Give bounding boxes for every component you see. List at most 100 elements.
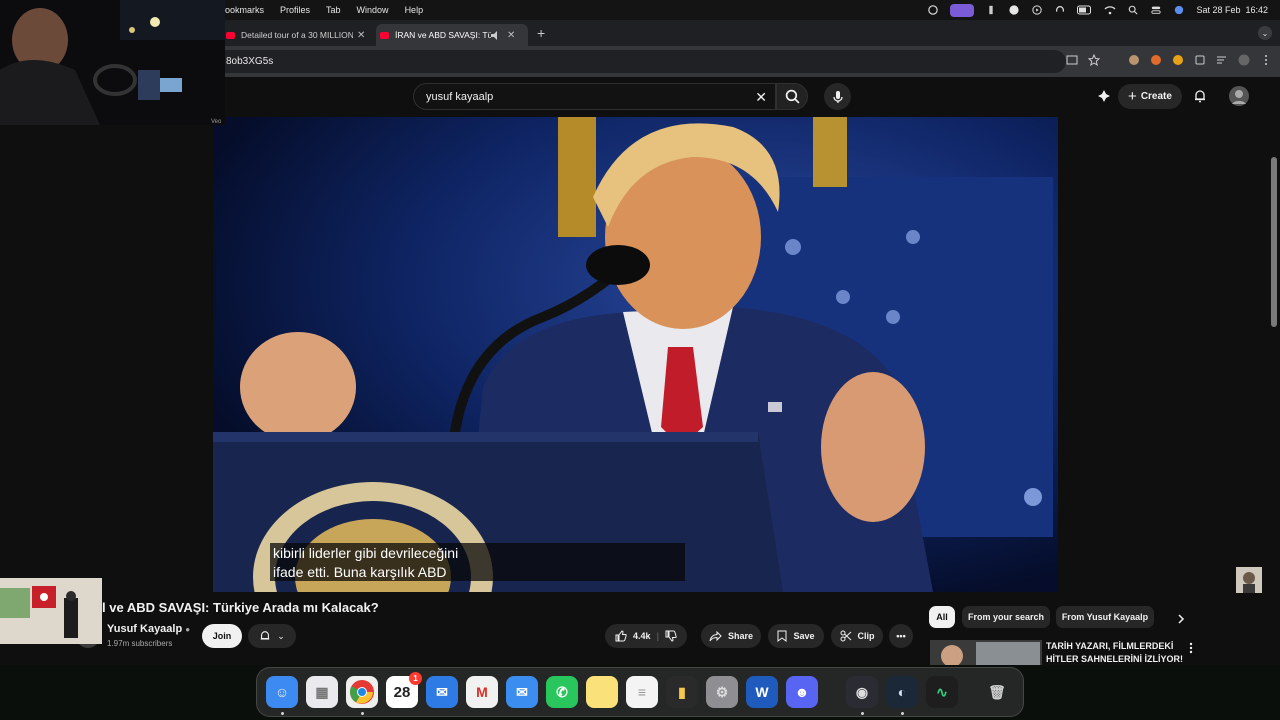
extensions-puzzle-icon[interactable] [1194, 54, 1206, 66]
extension-1-icon[interactable] [1128, 54, 1140, 66]
notifications-bell-icon[interactable] [1193, 89, 1207, 103]
video-frame [213, 117, 1058, 592]
search-value: yusuf kayaalp [426, 90, 494, 103]
steam-icon[interactable]: ◐ [886, 676, 918, 708]
menu-bookmarks[interactable]: ookmarks [225, 5, 264, 15]
status-area: Sat 28 Feb 16:42 [927, 0, 1268, 20]
gmail-icon[interactable]: M [466, 676, 498, 708]
chrome-logo-icon [349, 680, 374, 704]
screen: ookmarks Profiles Tab Window Help Sat 28… [0, 0, 1280, 720]
create-button[interactable]: + Create [1118, 84, 1182, 109]
like-count[interactable]: 4.4k [633, 631, 651, 641]
headphones-icon[interactable] [1054, 5, 1066, 15]
tab-close-icon[interactable]: ✕ [507, 30, 515, 41]
like-icon[interactable] [615, 630, 627, 642]
toolbar-icons [1066, 54, 1272, 66]
more-actions-button[interactable]: ••• [889, 624, 913, 648]
voice-search-button[interactable] [824, 83, 851, 110]
calendar-icon[interactable]: 28 1 [386, 672, 422, 708]
more-vertical-icon[interactable] [1188, 642, 1194, 654]
menubar-clock[interactable]: Sat 28 Feb 16:42 [1196, 5, 1268, 15]
video-player[interactable] [213, 117, 1058, 592]
chip-all[interactable]: All [929, 606, 955, 628]
search-input[interactable]: yusuf kayaalp ✕ [413, 83, 776, 110]
chip-from-yusuf-kayaalp[interactable]: From Yusuf Kayaalp [1056, 606, 1154, 628]
siri-icon[interactable] [1173, 5, 1185, 15]
clip-button[interactable]: Clip [831, 624, 883, 648]
media-controls-icon[interactable] [1216, 54, 1228, 66]
obs-icon[interactable]: ◉ [846, 676, 878, 708]
menu-window[interactable]: Window [357, 5, 389, 15]
screen-record-icon[interactable] [950, 3, 975, 17]
activity-monitor-icon[interactable]: ∿ [926, 676, 958, 708]
tab-iran-abd[interactable]: İRAN ve ABD SAVAŞI: Türk ✕ [376, 24, 528, 46]
battery-icon[interactable] [1077, 5, 1093, 15]
browser-menu-icon[interactable] [1260, 54, 1272, 66]
running-indicator [861, 712, 864, 715]
webcam-overlay-room [0, 578, 102, 644]
calendar-day: 28 [393, 683, 411, 701]
speaker-icon[interactable] [491, 30, 501, 40]
address-bar[interactable]: 8ob3XG5s [216, 50, 1066, 73]
mail-icon[interactable]: ✉ [506, 676, 538, 708]
trash-icon[interactable]: 🗑 [981, 676, 1013, 708]
microphone-icon [832, 90, 843, 103]
extension-3-icon[interactable] [1172, 54, 1184, 66]
chip-from-your-search[interactable]: From your search [962, 606, 1050, 628]
menu-tab[interactable]: Tab [326, 5, 341, 15]
tab-search-icon[interactable]: ⌄ [1258, 26, 1272, 40]
play-icon[interactable] [1031, 5, 1043, 15]
gemini-icon[interactable] [1097, 89, 1111, 103]
subscriber-count: 1.97m subscribers [107, 639, 173, 648]
profile-avatar-icon[interactable] [1238, 54, 1250, 66]
word-icon[interactable]: W [746, 676, 778, 708]
join-button[interactable]: Join [202, 624, 242, 648]
airmail-icon[interactable]: ✉ [426, 676, 458, 708]
control-center-icon[interactable] [1150, 5, 1162, 15]
notes-icon[interactable] [586, 676, 618, 708]
install-app-icon[interactable] [1066, 54, 1078, 66]
account-avatar[interactable] [1229, 86, 1249, 106]
keka-icon[interactable]: ▮ [666, 676, 698, 708]
launchpad-icon[interactable]: ▦ [306, 676, 338, 708]
more-horizontal-icon: ••• [896, 631, 906, 641]
tab-close-icon[interactable]: ✕ [357, 30, 365, 41]
whatsapp-icon[interactable]: ✆ [546, 676, 578, 708]
system-settings-icon[interactable]: ⚙ [706, 676, 738, 708]
menu-help[interactable]: Help [405, 5, 424, 15]
youtube-favicon-icon [226, 31, 235, 39]
recommended-video-title[interactable]: TARİH YAZARI, FİLMLERDEKİ HİTLER SAHNELE… [1046, 640, 1196, 666]
chevron-right-icon[interactable] [1176, 613, 1186, 625]
url-text: 8ob3XG5s [226, 56, 274, 67]
tab-label: Detailed tour of a 30 MILLION [241, 30, 353, 40]
channel-name[interactable]: Yusuf Kayaalp ● [107, 623, 190, 635]
floating-avatar[interactable] [1236, 567, 1262, 593]
share-button[interactable]: Share [701, 624, 761, 648]
wifi-icon[interactable] [1104, 5, 1116, 15]
page-scrollbar[interactable] [1271, 157, 1277, 327]
recommended-thumbnail[interactable] [930, 640, 1042, 665]
create-label: Create [1140, 91, 1172, 102]
menu-profiles[interactable]: Profiles [280, 5, 310, 15]
reminders-icon[interactable]: ≡ [626, 676, 658, 708]
save-button[interactable]: Save [768, 624, 824, 648]
tab-detailed-tour[interactable]: Detailed tour of a 30 MILLION ✕ [222, 24, 370, 46]
tab-label: İRAN ve ABD SAVAŞI: Türk [395, 30, 491, 40]
running-indicator [281, 712, 284, 715]
search-button[interactable] [776, 83, 808, 110]
battery-health-icon[interactable] [985, 5, 997, 15]
dislike-icon[interactable] [665, 630, 677, 642]
finder-icon[interactable]: ☺ [266, 676, 298, 708]
search-icon[interactable] [1127, 5, 1139, 15]
discord-icon[interactable]: ☻ [786, 676, 818, 708]
clear-search-icon[interactable]: ✕ [755, 89, 767, 106]
spotify-icon[interactable] [1008, 5, 1020, 15]
chrome-icon[interactable] [346, 676, 378, 708]
obs-icon[interactable] [927, 5, 939, 15]
bookmark-star-icon[interactable] [1088, 54, 1100, 66]
extension-2-icon[interactable] [1150, 54, 1162, 66]
share-icon [709, 630, 722, 641]
webcam-watermark: Veo [211, 119, 222, 125]
new-tab-button[interactable]: + [537, 25, 545, 41]
subscribed-button[interactable]: ⌄ [248, 624, 296, 648]
